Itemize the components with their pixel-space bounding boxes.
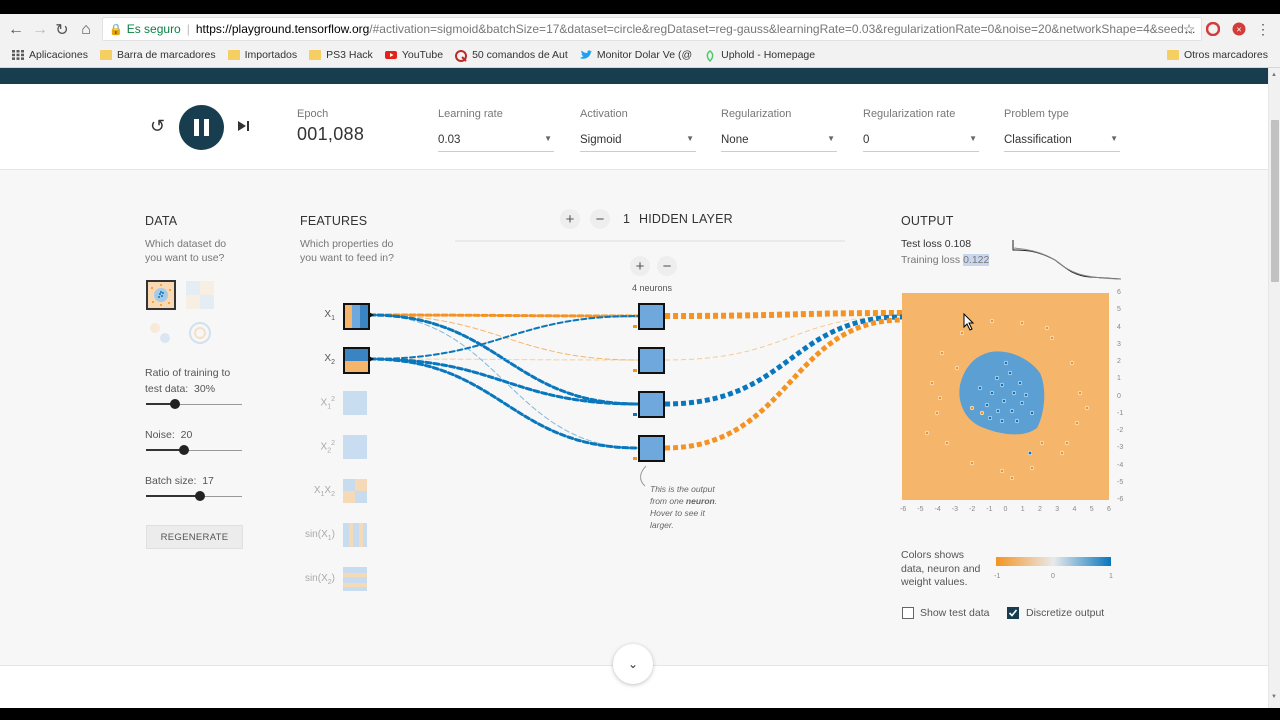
y-tick-label: 6 (1117, 289, 1121, 296)
y-tick-label: -6 (1117, 496, 1124, 503)
y-tick-label: -2 (1117, 427, 1124, 434)
link-x2-n1[interactable] (369, 315, 639, 360)
legend-line-1: Colors shows (901, 549, 965, 561)
feature-x2-squared-box[interactable] (343, 435, 367, 459)
feature-x1x2-label: X1X2 (313, 485, 335, 498)
color-legend-bar (996, 557, 1111, 566)
legend-line-2: data, neuron and (901, 562, 981, 575)
chevron-down-icon: ⌄ (627, 657, 639, 671)
link-n3-out[interactable] (664, 314, 903, 407)
hidden-neuron-1[interactable] (638, 303, 665, 330)
output-heatmap[interactable] (902, 293, 1109, 500)
scroll-up-icon[interactable]: ▲ (1271, 72, 1277, 78)
x-tick-label: -2 (969, 506, 976, 513)
y-tick-label: -5 (1117, 478, 1124, 486)
y-tick-label: 4 (1117, 323, 1121, 331)
scroll-down-button[interactable]: ⌄ (613, 644, 653, 684)
hidden-layer-count: 1 (623, 212, 631, 226)
link-x2-n3[interactable] (368, 357, 640, 406)
feature-x1-squared-label: X12 (320, 396, 335, 411)
training-loss-label: Training loss (901, 254, 961, 266)
feature-sin-x2-box[interactable] (343, 567, 367, 591)
training-loss-value: 0.122 (963, 254, 990, 266)
test-loss: Test loss 0.108 (901, 238, 971, 250)
legend-line-3: weight values. (901, 576, 968, 588)
feature-x1x2-box[interactable] (343, 479, 367, 503)
output-title: OUTPUT (901, 214, 954, 228)
x-tick-label: 4 (1072, 506, 1077, 513)
feature-x1-label: X1 (324, 309, 335, 322)
window-bottom-bar (0, 708, 1280, 720)
decision-boundary-plot (924, 318, 1090, 481)
bias-markers (633, 325, 637, 460)
tooltip-line-2-text: from one (650, 496, 686, 506)
feature-x1-squared-box[interactable] (343, 391, 367, 415)
x-tick-label: 6 (1107, 506, 1111, 513)
feature-x1-box[interactable] (343, 303, 374, 330)
x-tick-label: 0 (1003, 506, 1008, 513)
hidden-neuron-3[interactable] (638, 391, 665, 418)
y-tick-label: 3 (1117, 340, 1121, 348)
add-layer-button[interactable]: + (560, 209, 580, 229)
legend-mid-label: 0 (1051, 573, 1055, 580)
scrollbar-thumb[interactable] (1271, 120, 1279, 282)
neurons-count-label: 4 neurons (632, 283, 673, 293)
discretize-output-label: Discretize output (1026, 607, 1105, 619)
x-tick-label: 5 (1089, 506, 1094, 513)
add-neuron-button[interactable]: + (630, 256, 650, 276)
show-test-data-label: Show test data (920, 607, 990, 619)
y-tick-label: 5 (1117, 306, 1121, 314)
tooltip-line-2-bold: neuron (685, 496, 715, 506)
y-tick-label: 2 (1117, 358, 1121, 365)
x-tick-label: -6 (900, 506, 907, 513)
feature-x2-box[interactable] (343, 347, 374, 374)
scrollbar[interactable]: ▲ ▼ (1268, 68, 1280, 708)
remove-neuron-button[interactable]: − (657, 256, 677, 276)
scroll-down-icon[interactable]: ▼ (1271, 694, 1277, 700)
tooltip-line-1: This is the output (650, 484, 715, 494)
x-tick-label: -5 (917, 506, 924, 513)
remove-layer-button[interactable]: − (590, 209, 610, 229)
tooltip-line-2-end: . (714, 496, 718, 506)
y-tick-label: -3 (1117, 444, 1124, 452)
training-loss: Training loss 0.122 (901, 254, 990, 266)
x-tick-label: 3 (1055, 506, 1060, 513)
link-x1-n1[interactable] (368, 313, 640, 318)
checkmark-icon (1008, 609, 1018, 617)
test-loss-value: 0.108 (944, 238, 972, 250)
x-tick-label: 2 (1038, 506, 1042, 513)
link-n1-out[interactable] (664, 310, 903, 319)
x-tick-label: -3 (951, 506, 958, 513)
hidden-neuron-4[interactable] (638, 435, 665, 462)
test-loss-label: Test loss (901, 238, 942, 250)
tooltip-pointer (640, 465, 647, 487)
y-tick-label: 0 (1117, 392, 1121, 400)
tooltip-line-2: from one neuron. (650, 495, 717, 507)
x-tick-label: -1 (986, 506, 993, 513)
feature-sin-x1-label: sin(X1) (304, 529, 335, 542)
legend-min-label: -1 (994, 573, 1001, 580)
discretize-output-checkbox[interactable] (1007, 607, 1019, 619)
loss-chart (1012, 240, 1122, 280)
feature-x2-squared-label: X22 (320, 440, 335, 455)
neuron-tooltip: This is the output from one neuron. Hove… (650, 483, 717, 531)
color-legend-text: Colors shows data, neuron and weight val… (901, 549, 980, 590)
feature-sin-x2-label: sin(X2) (304, 573, 335, 586)
tooltip-line-3: Hover to see it (650, 508, 705, 518)
hidden-layer-title: HIDDEN LAYER (639, 212, 733, 226)
y-tick-label: -4 (1117, 461, 1124, 469)
feature-x2-label: X2 (324, 353, 335, 366)
hidden-neuron-2[interactable] (638, 347, 665, 374)
x-tick-label: 1 (1020, 506, 1025, 513)
y-tick-label: -1 (1117, 409, 1124, 417)
mouse-cursor-icon (963, 313, 975, 331)
x-tick-label: -4 (934, 506, 941, 513)
legend-max-label: 1 (1109, 573, 1113, 580)
tooltip-line-4: larger. (650, 520, 674, 530)
show-test-data-checkbox[interactable] (902, 607, 914, 619)
y-tick-label: 1 (1117, 375, 1121, 383)
feature-sin-x1-box[interactable] (343, 523, 367, 547)
link-n4-out[interactable] (664, 317, 903, 451)
